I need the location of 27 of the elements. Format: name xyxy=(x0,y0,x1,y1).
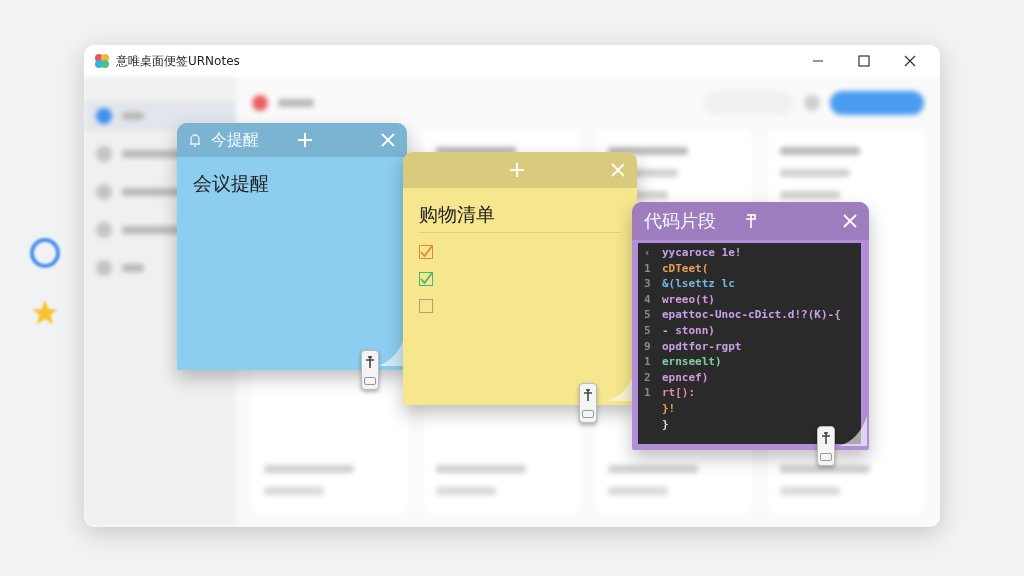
code-line: epattoc-Unoc-cDict.d!?(K)-{ xyxy=(662,307,841,323)
code-line: - stonn) xyxy=(662,322,715,339)
code-line: } xyxy=(662,416,669,433)
line-number: ‹ xyxy=(644,245,652,261)
line-number: 2 xyxy=(644,369,652,386)
line-number: 3 xyxy=(644,276,652,292)
line-number: 4 xyxy=(644,291,652,308)
line-number: 5 xyxy=(644,307,652,323)
line-number: 1 xyxy=(644,354,652,370)
note-header-title: 代码片段 xyxy=(644,209,716,233)
note-header-title: 今提醒 xyxy=(211,129,259,151)
code-line: &(lsettz lc xyxy=(662,276,735,292)
code-line: rt[): xyxy=(662,385,696,401)
code-line: opdtfor-rgpt xyxy=(662,338,742,355)
note-title: 会议提醒 xyxy=(192,171,270,196)
note-title: 购物清单 xyxy=(418,202,496,227)
line-number: 1 xyxy=(644,385,652,401)
code-line: cDTeet( xyxy=(662,260,709,277)
code-line: }! xyxy=(662,400,676,417)
code-line: ernseelt) xyxy=(662,354,722,370)
line-number: 1 xyxy=(644,260,652,277)
code-line: epncef) xyxy=(662,369,709,386)
line-number: 5 xyxy=(644,322,652,339)
code-line: wreeo(t) xyxy=(662,291,715,308)
code-line: yycaroce 1e! xyxy=(662,245,742,261)
line-number: 9 xyxy=(644,338,652,355)
window-title: 意唯桌面便签URNotes xyxy=(116,52,241,70)
